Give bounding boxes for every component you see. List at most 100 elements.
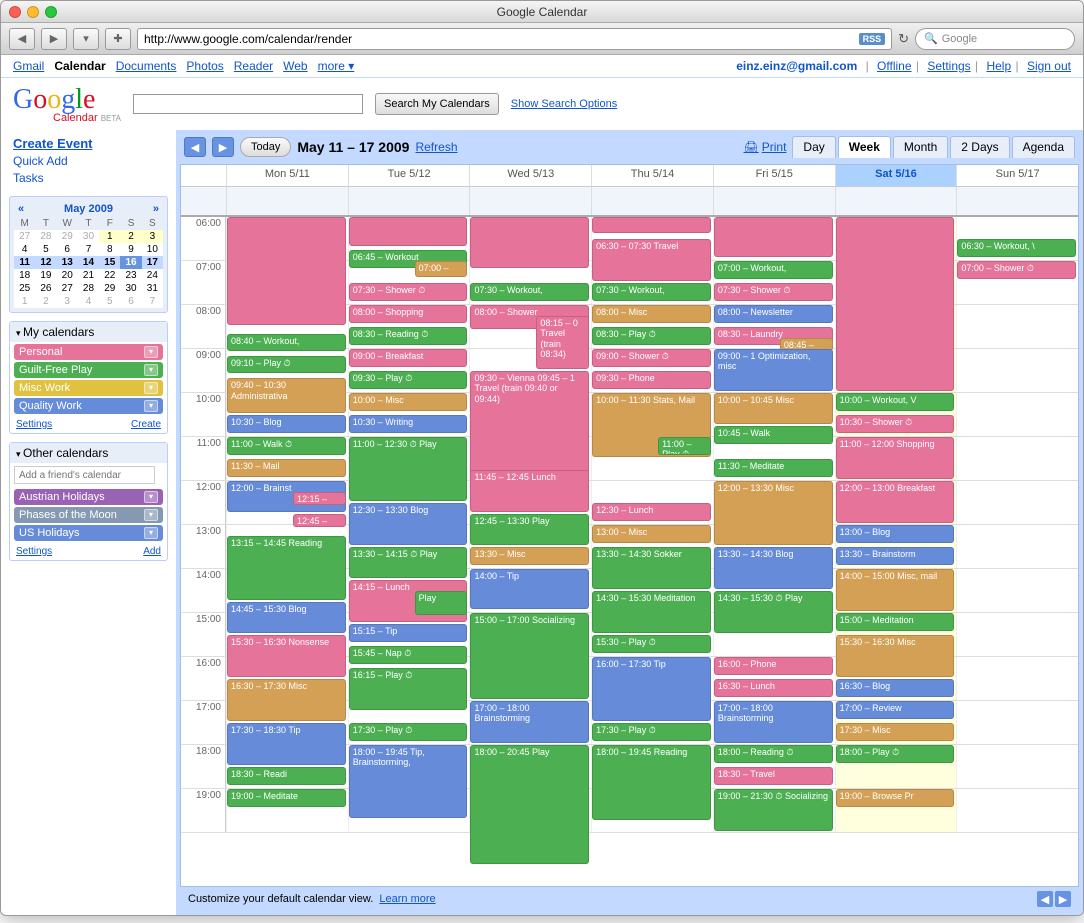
nav-link[interactable]: Gmail — [13, 59, 44, 73]
mini-cal-day[interactable]: 14 — [78, 256, 99, 269]
calendar-event[interactable]: 07:30 – Workout, — [470, 283, 589, 301]
calendar-event[interactable]: 16:30 – Lunch — [714, 679, 833, 697]
mini-cal-day[interactable]: 11 — [14, 256, 35, 269]
user-link[interactable]: Offline — [877, 59, 911, 73]
rss-badge[interactable]: RSS — [859, 33, 886, 45]
mini-cal-day[interactable]: 15 — [99, 256, 120, 269]
mini-cal-day[interactable]: 3 — [142, 230, 163, 243]
calendar-event[interactable]: 18:00 – Reading ⏱ — [714, 745, 833, 763]
calendar-event[interactable]: 10:00 – 10:45 Misc — [714, 393, 833, 424]
mini-cal-day[interactable]: 20 — [57, 269, 78, 282]
day-header[interactable]: Mon 5/11 — [226, 165, 348, 186]
calendar-event[interactable]: 13:15 – 14:45 Reading — [227, 536, 346, 600]
day-header[interactable]: Tue 5/12 — [348, 165, 470, 186]
mini-cal-day[interactable]: 4 — [14, 243, 35, 256]
print-link[interactable]: 🖨Print — [744, 140, 787, 154]
mini-cal-day[interactable]: 22 — [99, 269, 120, 282]
mini-cal-day[interactable]: 7 — [78, 243, 99, 256]
calendar-event[interactable]: 09:00 – Breakfast — [349, 349, 468, 367]
calendar-event[interactable]: 11:45 – 12:45 Lunch — [470, 470, 589, 512]
mini-cal-day[interactable]: 1 — [99, 230, 120, 243]
calendar-event[interactable]: 15:45 – Nap ⏱ — [349, 646, 468, 664]
calendar-event[interactable]: 07:00 – — [415, 261, 468, 277]
calendar-event[interactable]: 16:00 – Phone — [714, 657, 833, 675]
mini-cal-day[interactable]: 24 — [142, 269, 163, 282]
calendar-event[interactable]: 12:30 – Lunch — [592, 503, 711, 521]
mini-cal-day[interactable]: 3 — [57, 295, 78, 308]
other-cal-add-link[interactable]: Add — [143, 546, 161, 557]
mini-cal-day[interactable]: 6 — [120, 295, 141, 308]
calendar-event[interactable]: 19:00 – 21:30 ⏱ Socializing — [714, 789, 833, 831]
mini-cal-day[interactable]: 29 — [57, 230, 78, 243]
calendar-event[interactable] — [714, 217, 833, 257]
calendar-item-menu[interactable]: ▾ — [144, 382, 158, 394]
mini-cal-day[interactable]: 31 — [142, 282, 163, 295]
calendar-event[interactable]: 07:30 – Workout, — [592, 283, 711, 301]
calendar-event[interactable]: 07:00 – Shower ⏱ — [957, 261, 1076, 279]
next-month-button[interactable]: » — [153, 203, 159, 215]
my-calendars-header[interactable]: My calendars — [10, 322, 167, 342]
mini-cal-day[interactable]: 21 — [78, 269, 99, 282]
calendar-event[interactable]: 17:00 – 18:00 Brainstorming — [714, 701, 833, 743]
prev-week-button[interactable]: ◀ — [184, 137, 206, 157]
view-tab[interactable]: 2 Days — [950, 136, 1009, 158]
calendar-event[interactable]: 17:30 – Misc — [836, 723, 955, 741]
forward-button[interactable]: ▶ — [41, 28, 67, 50]
calendar-event[interactable]: 06:30 – 07:30 Travel — [592, 239, 711, 281]
calendar-item-menu[interactable]: ▾ — [144, 509, 158, 521]
calendar-event[interactable]: 10:00 – Workout, V — [836, 393, 955, 411]
calendar-event[interactable]: 13:00 – Blog — [836, 525, 955, 543]
calendar-event[interactable] — [227, 217, 346, 325]
calendar-event[interactable]: 13:30 – 14:15 ⏱ Play — [349, 547, 468, 578]
mini-cal-day[interactable]: 9 — [120, 243, 141, 256]
calendar-event[interactable]: 10:30 – Writing — [349, 415, 468, 433]
calendar-event[interactable]: 11:00 – 12:00 Shopping — [836, 437, 955, 479]
calendar-event[interactable]: 12:30 – 13:30 Blog — [349, 503, 468, 545]
calendar-event[interactable]: 12:15 – — [293, 492, 346, 505]
other-calendars-header[interactable]: Other calendars — [10, 443, 167, 463]
calendar-event[interactable]: 19:00 – Meditate — [227, 789, 346, 807]
calendar-event[interactable] — [349, 217, 468, 246]
mini-cal-day[interactable]: 8 — [99, 243, 120, 256]
my-cal-create-link[interactable]: Create — [131, 419, 161, 430]
day-header[interactable]: Wed 5/13 — [469, 165, 591, 186]
calendar-event[interactable]: 11:00 – Play ⏱ — [658, 437, 711, 455]
calendar-event[interactable]: 07:30 – Shower ⏱ — [349, 283, 468, 301]
calendar-event[interactable]: 10:30 – Shower ⏱ — [836, 415, 955, 433]
calendar-event[interactable]: 07:30 – Shower ⏱ — [714, 283, 833, 301]
mini-cal-day[interactable]: 12 — [35, 256, 56, 269]
action-button[interactable]: ▾ — [73, 28, 99, 50]
calendar-event[interactable]: 08:15 – 0 Travel (train 08:34) — [536, 316, 589, 369]
scroll-area[interactable]: 06:0007:0008:0009:0010:0011:0012:0013:00… — [181, 217, 1078, 886]
mini-cal-day[interactable]: 30 — [78, 230, 99, 243]
url-field[interactable]: http://www.google.com/calendar/render RS… — [137, 28, 892, 50]
calendar-event[interactable]: 14:30 – 15:30 ⏱ Play — [714, 591, 833, 633]
mini-cal-day[interactable]: 2 — [120, 230, 141, 243]
day-header[interactable]: Thu 5/14 — [591, 165, 713, 186]
back-button[interactable]: ◀ — [9, 28, 35, 50]
mini-cal-day[interactable]: 23 — [120, 269, 141, 282]
calendar-event[interactable]: 06:30 – Workout, \ — [957, 239, 1076, 257]
calendar-event[interactable]: 12:00 – 13:30 Misc — [714, 481, 833, 545]
browser-search-input[interactable]: 🔍 Google — [915, 28, 1075, 50]
calendar-item[interactable]: Personal▾ — [14, 344, 163, 360]
view-tab[interactable]: Week — [838, 136, 891, 158]
calendar-event[interactable]: 13:30 – 14:30 Sokker — [592, 547, 711, 589]
create-event-link[interactable]: Create Event — [13, 136, 168, 151]
calendar-event[interactable]: 17:00 – Review — [836, 701, 955, 719]
calendar-event[interactable]: 18:00 – 19:45 Tip, Brainstorming, — [349, 745, 468, 818]
calendar-event[interactable]: 18:30 – Readi — [227, 767, 346, 785]
mini-cal-day[interactable]: 5 — [99, 295, 120, 308]
mini-cal-day[interactable]: 2 — [35, 295, 56, 308]
calendar-event[interactable]: 10:45 – Walk — [714, 426, 833, 444]
calendar-event[interactable]: 11:30 – Mail — [227, 459, 346, 477]
user-link[interactable]: Sign out — [1027, 59, 1071, 73]
calendar-event[interactable]: 18:00 – Play ⏱ — [836, 745, 955, 763]
calendar-item-menu[interactable]: ▾ — [144, 346, 158, 358]
calendar-event[interactable]: 08:40 – Workout, — [227, 334, 346, 351]
mini-cal-day[interactable]: 6 — [57, 243, 78, 256]
nav-link[interactable]: more ▾ — [318, 59, 355, 73]
calendar-event[interactable]: 08:30 – Reading ⏱ — [349, 327, 468, 345]
calendar-event[interactable]: 12:45 – 13:30 Play — [470, 514, 589, 545]
calendar-event[interactable]: 08:00 – Misc — [592, 305, 711, 323]
